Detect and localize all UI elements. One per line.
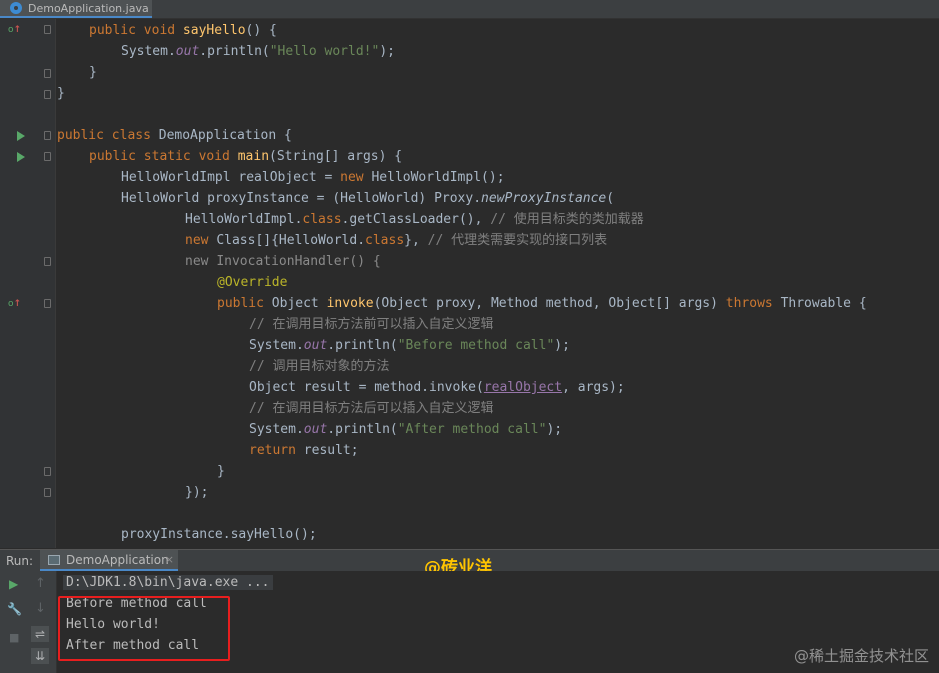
- site-watermark: @稀土掘金技术社区: [793, 647, 929, 665]
- up-arrow-icon[interactable]: ↑: [35, 576, 46, 591]
- application-icon: [48, 555, 60, 565]
- fold-marker-icon[interactable]: [44, 488, 51, 497]
- editor-tab-bar: DemoApplication.java: [0, 0, 939, 19]
- code-line: // 在调用目标方法后可以插入自定义逻辑: [249, 401, 494, 416]
- code-line: });: [185, 485, 209, 500]
- run-tab-label: DemoApplication: [66, 553, 169, 567]
- fold-marker-icon[interactable]: [44, 90, 51, 99]
- rerun-icon[interactable]: ▶: [9, 577, 18, 591]
- code-line: public static void main(String[] args) {: [89, 149, 403, 164]
- run-toolbar: ▶ ↑ 🔧 ↓ ■ ⇌ ⇊: [0, 571, 57, 673]
- code-line: Object result = method.invoke(realObject…: [249, 380, 625, 395]
- code-line: System.out.println("Before method call")…: [249, 338, 570, 353]
- code-line: }: [57, 86, 65, 101]
- scroll-to-end-icon[interactable]: ⇊: [31, 648, 49, 664]
- code-line: // 调用目标对象的方法: [249, 359, 390, 374]
- code-line: return result;: [249, 443, 359, 458]
- run-tab-demo-application[interactable]: DemoApplication ×: [40, 550, 178, 571]
- output-highlight-box: [58, 596, 230, 661]
- code-line: public class DemoApplication {: [57, 128, 292, 143]
- code-line: }: [217, 464, 225, 479]
- stop-icon[interactable]: ■: [9, 631, 19, 644]
- code-line: // 在调用目标方法前可以插入自定义逻辑: [249, 317, 494, 332]
- code-line: System.out.println("After method call");: [249, 422, 563, 437]
- code-line: HelloWorldImpl realObject = new HelloWor…: [121, 170, 505, 185]
- fold-marker-icon[interactable]: [44, 152, 51, 161]
- editor-gutter: o↑ o↑: [0, 19, 56, 548]
- code-line: HelloWorldImpl.class.getClassLoader(), /…: [185, 212, 644, 227]
- down-arrow-icon[interactable]: ↓: [35, 601, 46, 616]
- code-line: new InvocationHandler() {: [185, 254, 381, 269]
- wrench-icon[interactable]: 🔧: [7, 602, 22, 616]
- fold-marker-icon[interactable]: [44, 257, 51, 266]
- tab-demo-application-java[interactable]: DemoApplication.java: [0, 0, 152, 18]
- fold-marker-icon[interactable]: [44, 25, 51, 34]
- run-gutter-icon[interactable]: [17, 131, 25, 141]
- code-editor[interactable]: o↑ o↑ public void sayHello() { System.ou…: [0, 19, 939, 548]
- fold-marker-icon[interactable]: [44, 131, 51, 140]
- tab-title: DemoApplication.java: [28, 1, 149, 15]
- fold-marker-icon[interactable]: [44, 467, 51, 476]
- console-command-line: D:\JDK1.8\bin\java.exe ...: [63, 573, 273, 593]
- implements-gutter-icon[interactable]: o↑: [8, 298, 22, 310]
- fold-marker-icon[interactable]: [44, 69, 51, 78]
- run-gutter-icon[interactable]: [17, 152, 25, 162]
- code-line: }: [89, 65, 97, 80]
- java-class-icon: [10, 2, 22, 14]
- code-line: public void sayHello() {: [89, 23, 277, 38]
- implements-gutter-icon[interactable]: o↑: [8, 24, 22, 36]
- fold-marker-icon[interactable]: [44, 299, 51, 308]
- code-line: @Override: [217, 275, 288, 290]
- code-line: proxyInstance.sayHello();: [121, 527, 317, 542]
- code-line: public Object invoke(Object proxy, Metho…: [217, 296, 867, 311]
- code-line: System.out.println("Hello world!");: [121, 44, 395, 59]
- soft-wrap-icon[interactable]: ⇌: [31, 626, 49, 642]
- code-line: HelloWorld proxyInstance = (HelloWorld) …: [121, 191, 615, 206]
- run-label: Run:: [6, 554, 34, 568]
- close-icon[interactable]: ×: [165, 550, 174, 570]
- code-line: new Class[]{HelloWorld.class}, // 代理类需要实…: [185, 233, 608, 248]
